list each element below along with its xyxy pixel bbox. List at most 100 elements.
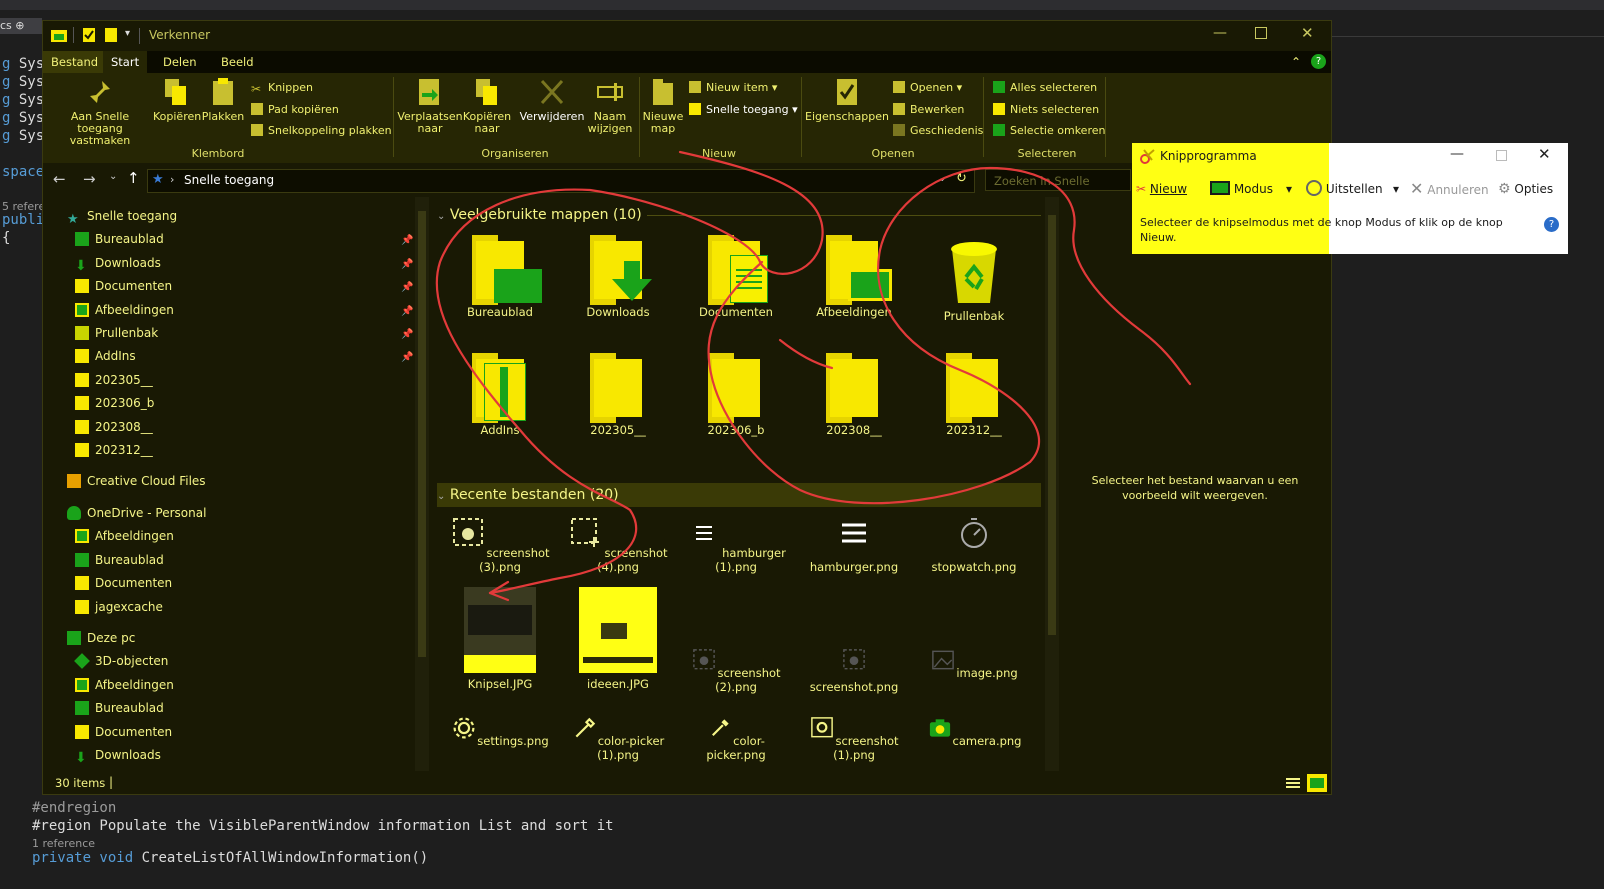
recent-files-header[interactable]: ⌄ Recente bestanden (20): [437, 483, 1041, 507]
nav-quick-access[interactable]: ★ Snelle toegang: [67, 205, 177, 227]
tab-beeld[interactable]: Beeld: [213, 51, 262, 73]
history-button[interactable]: Geschiedenis: [893, 122, 983, 140]
select-all-button[interactable]: Alles selecteren: [993, 79, 1097, 97]
nav-item[interactable]: 202305__: [75, 369, 153, 391]
nav-item[interactable]: Documenten: [75, 572, 172, 594]
forward-arrow-icon[interactable]: →: [83, 170, 96, 188]
snip-cancel-button[interactable]: ✕ Annuleren: [1410, 179, 1489, 199]
help-icon[interactable]: ?: [1311, 54, 1326, 69]
delete-button[interactable]: Verwijderen: [519, 77, 585, 123]
folder-tile[interactable]: Documenten: [681, 235, 791, 319]
snip-close-button[interactable]: ✕: [1538, 145, 1551, 163]
easy-access-button[interactable]: Snelle toegang ▾: [689, 101, 798, 119]
help-icon[interactable]: ?: [1544, 217, 1559, 232]
file-tile[interactable]: hamburger.png: [799, 515, 909, 574]
file-tile[interactable]: Knipsel.JPG: [445, 587, 555, 691]
snip-maximize-button[interactable]: [1496, 150, 1507, 161]
snip-minimize-button[interactable]: —: [1450, 146, 1464, 162]
nav-item[interactable]: jagexcache: [75, 596, 163, 618]
file-tile[interactable]: image.png: [919, 647, 1029, 680]
minimize-button[interactable]: —: [1213, 25, 1227, 41]
snip-delay-dropdown[interactable]: ▾: [1393, 179, 1399, 199]
file-tile[interactable]: screenshot (2).png: [681, 647, 791, 694]
nav-item[interactable]: 202312__: [75, 439, 153, 461]
folder-tile[interactable]: 202305__: [563, 353, 673, 437]
nav-this-pc[interactable]: Deze pc: [67, 627, 135, 649]
properties-quick-icon[interactable]: [83, 28, 95, 42]
nav-item[interactable]: Bureaublad: [75, 549, 164, 571]
file-tile[interactable]: settings.png: [445, 715, 555, 748]
back-arrow-icon[interactable]: ←: [53, 170, 66, 188]
nav-item[interactable]: Afbeeldingen: [75, 299, 174, 321]
snip-new-button[interactable]: ✂ Nieuw: [1136, 179, 1187, 199]
new-folder-quick-icon[interactable]: [105, 28, 117, 42]
nav-item[interactable]: Afbeeldingen: [75, 674, 174, 696]
snip-mode-dropdown[interactable]: ▾: [1286, 179, 1292, 199]
customize-toolbar-icon[interactable]: ▾: [125, 28, 130, 39]
paste-button[interactable]: Plakken: [201, 77, 245, 123]
search-input[interactable]: Zoeken in Snelle toegang: [985, 169, 1131, 210]
address-bar[interactable]: ★ › Snelle toegang ⌄ ↻: [147, 169, 975, 193]
file-tile[interactable]: stopwatch.png: [919, 515, 1029, 574]
content-scrollbar-thumb[interactable]: [1048, 215, 1056, 635]
close-button[interactable]: ✕: [1301, 24, 1314, 42]
navigation-scrollbar-thumb[interactable]: [418, 211, 426, 657]
folder-tile[interactable]: AddIns: [445, 353, 555, 437]
select-none-button[interactable]: Niets selecteren: [993, 101, 1099, 119]
new-item-button[interactable]: Nieuw item ▾: [689, 79, 777, 97]
nav-item[interactable]: 3D-objecten: [74, 650, 168, 672]
copy-path-button[interactable]: Pad kopiëren: [251, 101, 339, 119]
snip-delay-button[interactable]: Uitstellen: [1306, 179, 1383, 199]
snip-mode-button[interactable]: Modus: [1210, 179, 1273, 199]
folder-tile[interactable]: 202308__: [799, 353, 909, 437]
nav-item[interactable]: Prullenbak: [75, 322, 158, 344]
rename-button[interactable]: Naam wijzigen: [583, 77, 637, 135]
paste-shortcut-button[interactable]: Snelkoppeling plakken: [251, 122, 392, 140]
invert-selection-button[interactable]: Selectie omkeren: [993, 122, 1105, 140]
copy-to-button[interactable]: Kopiëren naar: [461, 77, 513, 135]
folder-tile[interactable]: 202306_b: [681, 353, 791, 437]
properties-button[interactable]: Eigenschappen: [805, 77, 889, 123]
address-dropdown-icon[interactable]: ⌄: [938, 173, 946, 184]
tab-bestand[interactable]: Bestand: [43, 51, 107, 73]
recycle-bin-tile[interactable]: Prullenbak: [919, 235, 1029, 323]
folder-tile[interactable]: Bureaublad: [445, 235, 555, 319]
file-tile[interactable]: hamburger (1).png: [681, 515, 791, 574]
file-tile[interactable]: ideeen.JPG: [563, 587, 673, 691]
nav-item[interactable]: ⬇ Downloads: [75, 252, 161, 274]
file-tile[interactable]: screenshot (3).png: [445, 515, 555, 574]
nav-item[interactable]: ⬇ Downloads: [75, 744, 161, 766]
snip-options-button[interactable]: ⚙ Opties: [1498, 179, 1553, 199]
nav-onedrive[interactable]: OneDrive - Personal: [67, 502, 206, 524]
file-tile[interactable]: color-picker (1).png: [563, 715, 673, 762]
new-folder-button[interactable]: Nieuwe map: [641, 77, 685, 135]
nav-creative-cloud[interactable]: Creative Cloud Files: [67, 470, 206, 492]
pin-quick-access-button[interactable]: Aan Snelle toegang vastmaken: [47, 77, 153, 147]
large-icons-view-icon[interactable]: [1307, 774, 1327, 792]
details-view-icon[interactable]: [1285, 776, 1301, 790]
recent-locations-icon[interactable]: ⌄: [109, 171, 117, 182]
nav-item[interactable]: Documenten: [75, 721, 172, 743]
maximize-button[interactable]: [1255, 27, 1267, 39]
nav-item[interactable]: Bureaublad: [75, 697, 164, 719]
up-arrow-icon[interactable]: ↑: [127, 169, 140, 187]
open-button[interactable]: Openen ▾: [893, 79, 962, 97]
file-tile[interactable]: camera.png: [919, 715, 1029, 748]
edit-button[interactable]: Bewerken: [893, 101, 964, 119]
nav-item[interactable]: 202308__: [75, 416, 153, 438]
frequent-folders-header[interactable]: ⌄ Veelgebruikte mappen (10): [437, 203, 1041, 227]
nav-item[interactable]: Afbeeldingen: [75, 525, 174, 547]
file-tile[interactable]: screenshot (4).png: [563, 515, 673, 574]
cut-button[interactable]: ✂ Knippen: [251, 79, 313, 97]
nav-item[interactable]: Bureaublad: [75, 228, 164, 250]
folder-tile[interactable]: Downloads: [563, 235, 673, 319]
tab-delen[interactable]: Delen: [155, 51, 205, 73]
move-to-button[interactable]: Verplaatsen naar: [397, 77, 463, 135]
tab-start[interactable]: Start: [103, 51, 148, 73]
nav-item[interactable]: Documenten: [75, 275, 172, 297]
folder-tile[interactable]: Afbeeldingen: [799, 235, 909, 319]
copy-button[interactable]: Kopiëren: [153, 77, 201, 123]
folder-tile[interactable]: 202312__: [919, 353, 1029, 437]
nav-item[interactable]: AddIns: [75, 345, 136, 367]
nav-item[interactable]: 202306_b: [75, 392, 154, 414]
